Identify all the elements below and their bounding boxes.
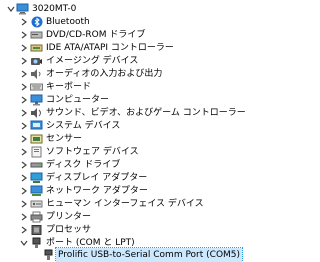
device-manager-tree: 3020MT-0 Bluetooth DVD/CD-ROM ドライブ IDE A… — [0, 0, 300, 262]
system-device-icon — [30, 120, 43, 132]
tree-root[interactable]: 3020MT-0 — [0, 2, 300, 16]
processor-icon — [30, 224, 43, 236]
tree-item-label: コンピューター — [46, 95, 110, 105]
chevron-right-icon[interactable] — [19, 161, 28, 170]
printer-icon — [30, 211, 43, 223]
port-device-icon — [42, 249, 55, 261]
tree-item-audio-io[interactable]: オーディオの入力および出力 — [0, 67, 300, 81]
tree-item-label: ディスク ドライブ — [46, 160, 121, 170]
disk-drive-icon — [30, 159, 43, 171]
tree-item-prolific-port[interactable]: Prolific USB-to-Serial Comm Port (COM5) — [0, 247, 300, 262]
keyboard-icon — [30, 81, 43, 93]
hid-icon — [30, 198, 43, 210]
tree-item-label: プロセッサ — [46, 225, 92, 235]
computer-icon — [16, 3, 29, 15]
tree-item-ide-controller[interactable]: IDE ATA/ATAPI コントローラー — [0, 41, 300, 55]
tree-item-label: IDE ATA/ATAPI コントローラー — [46, 43, 174, 53]
tree-item-label: プリンター — [46, 212, 92, 222]
chevron-down-icon[interactable] — [19, 239, 28, 248]
tree-item-label: ソフトウェア デバイス — [46, 147, 139, 157]
tree-item-label: センサー — [46, 134, 83, 144]
tree-item-display-adapters[interactable]: ディスプレイ アダプター — [0, 171, 300, 185]
tree-item-software-devices[interactable]: ソフトウェア デバイス — [0, 145, 300, 159]
camera-icon — [30, 55, 43, 67]
tree-item-sensors[interactable]: センサー — [0, 132, 300, 146]
tree-item-sound-video-game[interactable]: サウンド、ビデオ、およびゲーム コントローラー — [0, 106, 300, 120]
ide-controller-icon — [30, 42, 43, 54]
tree-item-dvd-drive[interactable]: DVD/CD-ROM ドライブ — [0, 28, 300, 42]
tree-item-bluetooth[interactable]: Bluetooth — [0, 15, 300, 29]
tree-item-label: ネットワーク アダプター — [46, 186, 148, 196]
chevron-right-icon[interactable] — [19, 135, 28, 144]
speaker-icon — [30, 68, 43, 80]
tree-item-processors[interactable]: プロセッサ — [0, 223, 300, 237]
chevron-right-icon[interactable] — [19, 96, 28, 105]
tree-item-label: サウンド、ビデオ、およびゲーム コントローラー — [46, 108, 246, 118]
monitor-icon — [30, 94, 43, 106]
chevron-right-icon[interactable] — [19, 148, 28, 157]
chevron-right-icon[interactable] — [19, 200, 28, 209]
tree-item-label: Prolific USB-to-Serial Comm Port (COM5) — [54, 247, 244, 262]
tree-item-disk-drives[interactable]: ディスク ドライブ — [0, 158, 300, 172]
chevron-right-icon[interactable] — [19, 226, 28, 235]
chevron-right-icon[interactable] — [19, 44, 28, 53]
chevron-right-icon[interactable] — [19, 70, 28, 79]
tree-item-label: オーディオの入力および出力 — [46, 69, 163, 79]
chevron-right-icon[interactable] — [19, 31, 28, 40]
tree-item-network-adapters[interactable]: ネットワーク アダプター — [0, 184, 300, 198]
chevron-right-icon[interactable] — [19, 122, 28, 131]
chevron-right-icon[interactable] — [19, 109, 28, 118]
dvd-drive-icon — [30, 29, 43, 41]
tree-item-label: Bluetooth — [46, 17, 90, 27]
sound-icon — [30, 107, 43, 119]
chevron-right-icon[interactable] — [19, 213, 28, 222]
port-icon — [30, 237, 43, 249]
chevron-right-icon[interactable] — [19, 18, 28, 27]
chevron-right-icon[interactable] — [19, 187, 28, 196]
bluetooth-icon — [30, 16, 43, 28]
tree-item-label: ディスプレイ アダプター — [46, 173, 148, 183]
tree-item-keyboard[interactable]: キーボード — [0, 80, 300, 94]
tree-root-label: 3020MT-0 — [32, 4, 77, 14]
tree-item-human-interface-devices[interactable]: ヒューマン インターフェイス デバイス — [0, 197, 300, 211]
tree-item-computer[interactable]: コンピューター — [0, 93, 300, 107]
tree-item-label: システム デバイス — [46, 121, 121, 131]
tree-item-system-devices[interactable]: システム デバイス — [0, 119, 300, 133]
tree-item-label: イメージング デバイス — [46, 56, 139, 66]
chevron-down-icon[interactable] — [6, 5, 15, 14]
tree-item-printers[interactable]: プリンター — [0, 210, 300, 224]
network-adapter-icon — [30, 185, 43, 197]
display-adapter-icon — [30, 172, 43, 184]
software-device-icon — [30, 146, 43, 158]
tree-item-label: ヒューマン インターフェイス デバイス — [46, 199, 204, 209]
tree-item-imaging-devices[interactable]: イメージング デバイス — [0, 54, 300, 68]
chevron-right-icon[interactable] — [19, 174, 28, 183]
chevron-right-icon[interactable] — [19, 57, 28, 66]
sensor-icon — [30, 133, 43, 145]
tree-item-label: キーボード — [46, 82, 92, 92]
chevron-right-icon[interactable] — [19, 83, 28, 92]
tree-item-label: DVD/CD-ROM ドライブ — [46, 30, 146, 40]
